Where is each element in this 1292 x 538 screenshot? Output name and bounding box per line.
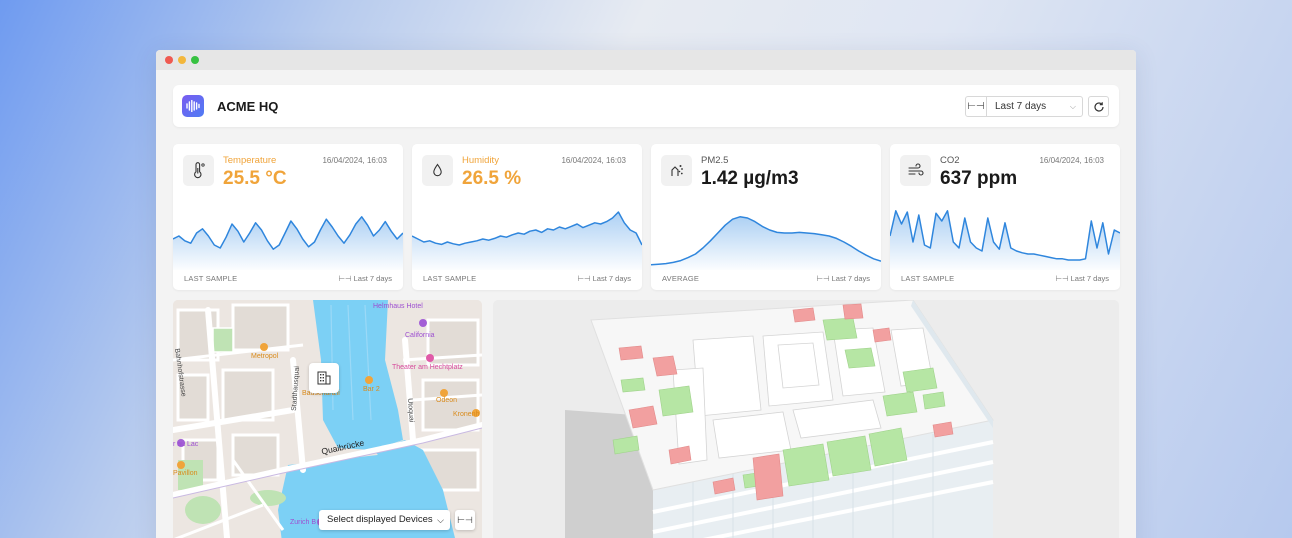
map-label-theater: Theater am Hechtplatz [392,364,463,371]
card-label: CO2 [940,155,960,166]
card-timestamp: 16/04/2024, 16:03 [561,156,626,165]
co2-card[interactable]: CO2 637 ppm 16/04/2024, 16:03 LAST SAMPL… [890,144,1120,290]
app-logo-icon [182,95,204,117]
building-marker[interactable] [309,363,339,393]
date-range-value: Last 7 days [995,101,1047,112]
particles-icon [661,155,692,186]
card-footer-range-text: Last 7 days [353,274,392,283]
card-label: Humidity [462,155,499,166]
card-footer-range: ⊢⊣ Last 7 days [338,274,392,283]
card-footer-range-text: Last 7 days [1070,274,1109,283]
browser-window: ACME HQ ⊢⊣ Last 7 days ⌵ Temperature 25.… [156,50,1136,538]
thermometer-icon [183,155,214,186]
range-width-icon[interactable]: ⊢⊣ [965,96,987,117]
map-label-helmhaus: Helmhaus Hotel [373,303,423,310]
wind-icon [900,155,931,186]
location-map[interactable]: Helmhaus Hotel Metropol California Theat… [173,300,482,538]
temperature-card[interactable]: Temperature 25.5 °C 16/04/2024, 16:03 LA… [173,144,403,290]
device-filter-value: Select displayed Devices [327,514,433,525]
building-icon [317,371,331,385]
map-range-button[interactable]: ⊢⊣ [455,510,475,530]
pm25-sparkline [651,216,881,270]
maximize-window-dot[interactable] [191,56,199,64]
card-footer-range: ⊢⊣ Last 7 days [816,274,870,283]
map-label-odeon: Odeon [436,397,458,404]
humidity-card[interactable]: Humidity 26.5 % 16/04/2024, 16:03 LAST S… [412,144,642,290]
map-label-au-lac: r au Lac [173,441,199,448]
window-titlebar [156,50,1136,70]
device-filter-select[interactable]: Select displayed Devices ⌵ [319,510,450,530]
pm25-card[interactable]: PM2.5 1.42 µg/m3 AVERAGE ⊢⊣ Last 7 days [651,144,881,290]
map-label-zurich: Zurich B [290,519,317,526]
sparkline-area [173,216,403,270]
card-footer-label: LAST SAMPLE [901,274,955,283]
card-value: 637 ppm [940,168,1018,189]
map-label-kronenhalle: Kronenh [453,411,480,418]
chevron-down-icon: ⌵ [437,515,444,525]
building-3d-view[interactable] [493,300,1119,538]
sparkline-area [890,210,1120,270]
card-timestamp: 16/04/2024, 16:03 [322,156,387,165]
card-value: 25.5 °C [223,168,287,189]
card-value: 26.5 % [462,168,522,189]
card-footer-label: AVERAGE [662,274,700,283]
card-label: Temperature [223,155,277,166]
site-title: ACME HQ [217,99,279,114]
refresh-icon [1094,102,1104,112]
card-label: PM2.5 [701,155,729,166]
card-footer-label: LAST SAMPLE [184,274,238,283]
building-floorplan-render [565,300,994,538]
dashboard-header: ACME HQ ⊢⊣ Last 7 days ⌵ [173,85,1119,127]
card-footer-range: ⊢⊣ Last 7 days [1055,274,1109,283]
chevron-down-icon: ⌵ [1069,102,1076,111]
humidity-sparkline [412,211,642,270]
card-footer-range: ⊢⊣ Last 7 days [577,274,631,283]
date-range-select[interactable]: Last 7 days ⌵ [986,96,1083,117]
card-footer-range-text: Last 7 days [592,274,631,283]
co2-sparkline [890,210,1120,270]
temperature-sparkline [173,216,403,270]
close-window-dot[interactable] [165,56,173,64]
droplet-icon [422,155,453,186]
map-label-metropol: Metropol [251,353,279,360]
card-value: 1.42 µg/m3 [701,168,799,189]
card-footer-label: LAST SAMPLE [423,274,477,283]
map-label-bar: Bar 2 [363,386,380,393]
map-label-pavillon: Pavillon [173,470,198,477]
refresh-button[interactable] [1088,96,1109,117]
minimize-window-dot[interactable] [178,56,186,64]
card-footer-range-text: Last 7 days [831,274,870,283]
map-canvas [173,300,482,538]
map-label-california: California [405,332,435,339]
card-timestamp: 16/04/2024, 16:03 [1039,156,1104,165]
